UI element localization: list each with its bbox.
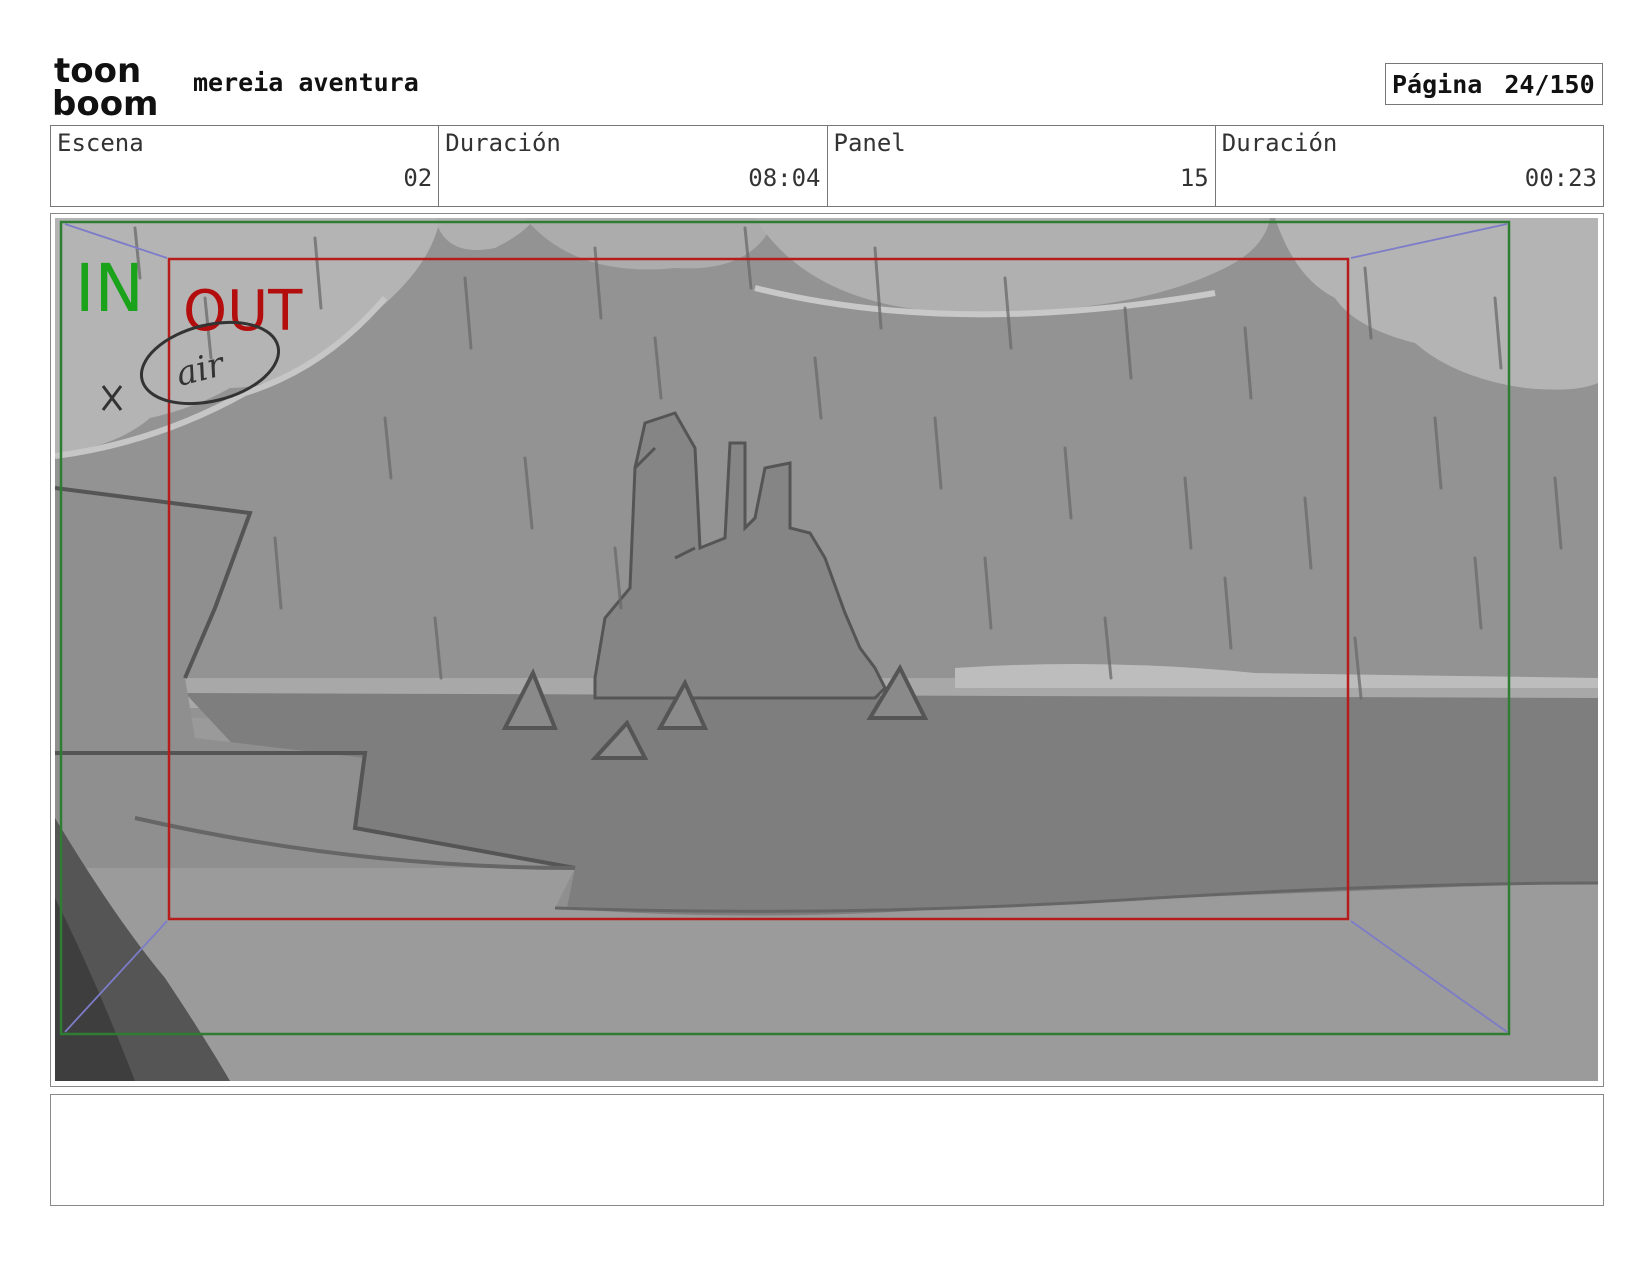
scene-duration-label: Duración xyxy=(445,129,561,157)
panel-duration-value: 00:23 xyxy=(1524,164,1597,192)
scene-label: Escena xyxy=(57,129,144,157)
info-cell-scene: Escena 02 xyxy=(51,126,440,206)
svg-text:boom: boom xyxy=(52,84,158,118)
info-cell-panel: Panel 15 xyxy=(828,126,1216,206)
panel-duration-label: Duración xyxy=(1221,129,1338,157)
storyboard-panel: IN OUT air xyxy=(50,213,1604,1087)
project-title: mereia aventura xyxy=(193,68,419,97)
panel-sketch: IN OUT air xyxy=(55,218,1598,1081)
page-number: 24/150 xyxy=(1504,69,1595,99)
info-cell-scene-duration: Duración 08:04 xyxy=(439,126,828,206)
caption-box[interactable] xyxy=(50,1094,1604,1206)
info-bar: Escena 02 Duración 08:04 Panel 15 Duraci… xyxy=(50,125,1604,207)
panel-label: Panel xyxy=(833,129,906,157)
in-label: IN xyxy=(75,250,144,327)
info-cell-panel-duration: Duración 00:23 xyxy=(1216,126,1603,206)
toonboom-logo: toon boom xyxy=(52,52,158,118)
out-label: OUT xyxy=(183,279,303,344)
panel-value: 15 xyxy=(1179,164,1209,192)
page-indicator: Página 24/150 xyxy=(1385,63,1603,105)
scene-duration-value: 08:04 xyxy=(748,164,821,192)
scene-value: 02 xyxy=(403,164,433,192)
page-label: Página xyxy=(1392,69,1483,99)
